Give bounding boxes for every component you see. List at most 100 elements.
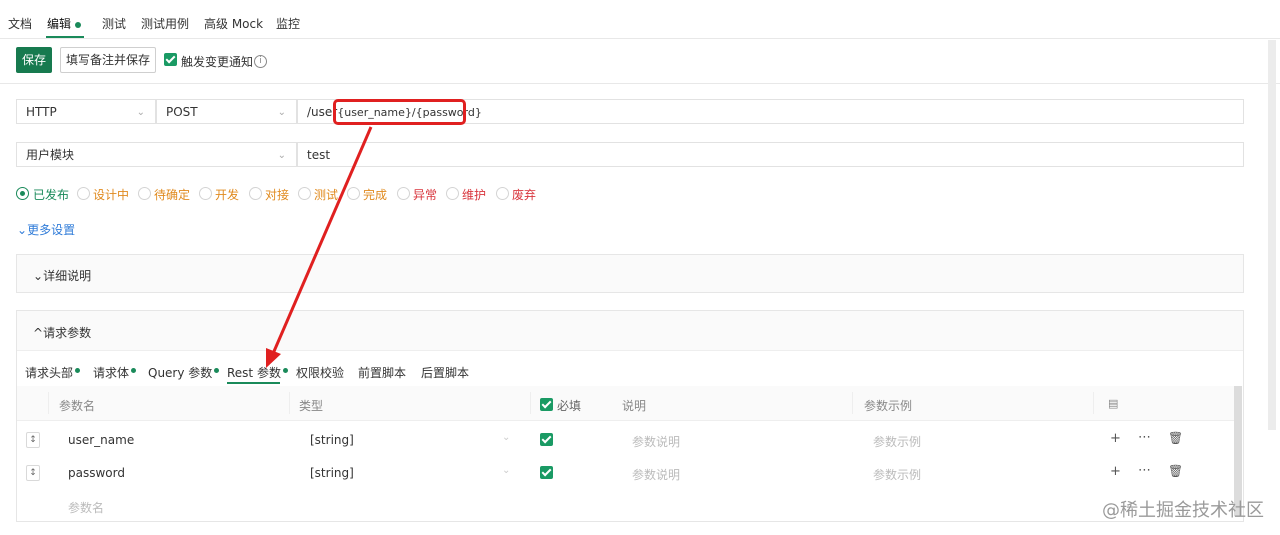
status-radio[interactable] <box>446 187 459 200</box>
status-radio[interactable] <box>138 187 151 200</box>
param-desc-input[interactable]: 参数说明 <box>632 466 680 483</box>
path-highlight-box <box>333 99 466 125</box>
select-all-required-checkbox[interactable] <box>540 397 553 411</box>
save-with-note-button[interactable]: 填写备注并保存 <box>60 47 156 73</box>
top-tab-bar: 文档 编辑 测试 测试用例 高级 Mock 监控 <box>0 0 1280 39</box>
add-icon[interactable]: + <box>1110 464 1121 479</box>
more-settings-label: 更多设置 <box>27 223 76 237</box>
detail-panel-header: ⌄详细说明 <box>33 269 92 283</box>
column-desc-header: 说明 <box>622 399 647 413</box>
trash-icon[interactable]: 🗑 <box>1168 431 1183 445</box>
column-example-header: 参数示例 <box>864 399 913 413</box>
column-divider <box>48 392 49 414</box>
api-name-input[interactable]: test <box>297 142 1244 167</box>
column-divider <box>289 392 290 414</box>
status-label[interactable]: 待确定 <box>154 186 190 203</box>
tab-pre-script[interactable]: 前置脚本 <box>358 364 406 381</box>
detail-panel-title: 详细说明 <box>43 269 92 283</box>
chevron-down-icon: ⌄ <box>277 107 286 118</box>
more-icon[interactable]: ⋯ <box>1138 430 1151 445</box>
status-label[interactable]: 开发 <box>215 186 239 203</box>
param-name[interactable]: password <box>68 466 125 480</box>
api-name-value: test <box>307 148 331 162</box>
param-type[interactable]: [string] <box>310 433 354 447</box>
status-label[interactable]: 异常 <box>413 186 437 203</box>
status-radio[interactable] <box>16 187 29 200</box>
status-label[interactable]: 对接 <box>265 186 289 203</box>
page-scrollbar[interactable] <box>1268 40 1276 430</box>
param-example-input[interactable]: 参数示例 <box>873 466 921 483</box>
status-radio[interactable] <box>77 187 90 200</box>
detail-panel[interactable]: ⌄详细说明 <box>16 254 1244 293</box>
required-checkbox[interactable] <box>540 465 553 479</box>
tab-docs[interactable]: 文档 <box>8 15 32 32</box>
param-desc-input[interactable]: 参数说明 <box>632 433 680 450</box>
column-divider <box>1093 392 1094 414</box>
tab-query-params[interactable]: Query 参数 <box>148 364 220 381</box>
status-label[interactable]: 测试 <box>314 186 338 203</box>
params-panel-title: 请求参数 <box>43 326 92 340</box>
status-label[interactable]: 已发布 <box>33 186 69 203</box>
method-select[interactable]: POST ⌄ <box>156 99 297 124</box>
status-radio[interactable] <box>347 187 360 200</box>
notify-label: 触发变更通知 <box>181 55 254 69</box>
new-param-name-input[interactable]: 参数名 <box>68 499 104 516</box>
tab-test[interactable]: 测试 <box>102 15 126 32</box>
params-panel-header[interactable]: ^请求参数 <box>17 311 1243 351</box>
param-name[interactable]: user_name <box>68 433 134 447</box>
info-icon[interactable]: i <box>254 54 267 68</box>
document-icon[interactable]: ▤ <box>1108 397 1118 410</box>
status-radio[interactable] <box>496 187 509 200</box>
status-label[interactable]: 废弃 <box>512 186 536 203</box>
tab-test-cases[interactable]: 测试用例 <box>141 15 189 32</box>
column-required-header: 必填 <box>557 399 582 413</box>
status-label[interactable]: 维护 <box>462 186 486 203</box>
tab-label: Query 参数 <box>148 366 213 380</box>
tab-label: 请求体 <box>93 366 130 380</box>
tab-post-script[interactable]: 后置脚本 <box>421 364 469 381</box>
active-tab-indicator <box>46 36 84 38</box>
notify-checkbox[interactable] <box>164 52 177 66</box>
column-divider <box>852 392 853 414</box>
has-data-dot <box>282 368 288 373</box>
column-type-header: 类型 <box>299 399 324 413</box>
more-settings-link[interactable]: ⌄更多设置 <box>17 221 75 238</box>
chevron-down-icon: ⌄ <box>136 107 145 118</box>
module-select[interactable]: 用户模块 ⌄ <box>16 142 297 167</box>
save-button[interactable]: 保存 <box>16 47 52 73</box>
status-label[interactable]: 完成 <box>363 186 387 203</box>
tab-advanced-mock[interactable]: 高级 Mock <box>204 15 263 32</box>
check-icon <box>164 53 177 66</box>
param-example-input[interactable]: 参数示例 <box>873 433 921 450</box>
tab-edit[interactable]: 编辑 <box>47 15 82 32</box>
more-icon[interactable]: ⋯ <box>1138 463 1151 478</box>
module-value: 用户模块 <box>26 148 75 162</box>
tab-request-body[interactable]: 请求体 <box>93 364 137 381</box>
tab-monitor[interactable]: 监控 <box>276 15 300 32</box>
drag-handle-icon[interactable]: ↕ <box>26 465 40 481</box>
chevron-down-icon[interactable]: ⌄ <box>502 432 510 443</box>
tab-label: 请求头部 <box>25 366 74 380</box>
tab-auth[interactable]: 权限校验 <box>296 364 344 381</box>
trash-icon[interactable]: 🗑 <box>1168 464 1183 478</box>
status-radio[interactable] <box>199 187 212 200</box>
required-checkbox[interactable] <box>540 432 553 446</box>
drag-handle-icon[interactable]: ↕ <box>26 432 40 448</box>
toolbar: 保存 填写备注并保存 触发变更通知 i <box>0 39 1280 84</box>
tab-rest-params[interactable]: Rest 参数 <box>227 364 288 381</box>
tab-request-headers[interactable]: 请求头部 <box>25 364 81 381</box>
chevron-down-icon[interactable]: ⌄ <box>502 465 510 476</box>
check-icon <box>540 466 553 479</box>
watermark: @稀土掘金技术社区 <box>1102 500 1264 521</box>
status-label[interactable]: 设计中 <box>93 186 129 203</box>
column-divider <box>530 392 531 414</box>
add-icon[interactable]: + <box>1110 431 1121 446</box>
params-panel-title-wrap: ^请求参数 <box>33 326 92 340</box>
chevron-down-icon: ⌄ <box>277 150 286 161</box>
status-radio[interactable] <box>397 187 410 200</box>
check-icon <box>540 433 553 446</box>
protocol-select[interactable]: HTTP ⌄ <box>16 99 156 124</box>
status-radio[interactable] <box>298 187 311 200</box>
status-radio[interactable] <box>249 187 262 200</box>
param-type[interactable]: [string] <box>310 466 354 480</box>
